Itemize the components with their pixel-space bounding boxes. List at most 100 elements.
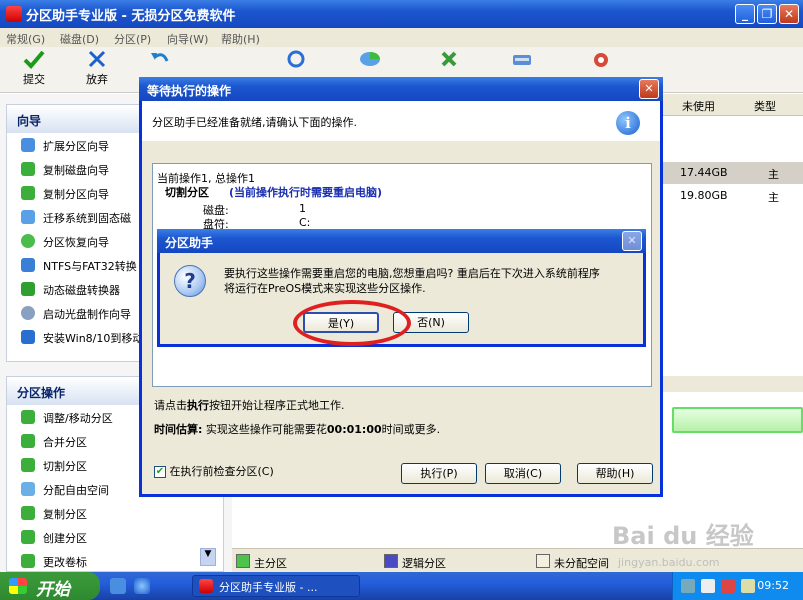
disk-chart-icon xyxy=(359,49,381,69)
hard-drive-icon xyxy=(511,49,533,69)
op-item-label: 更改卷标 xyxy=(43,556,87,569)
commit-button[interactable]: 提交 xyxy=(14,49,54,87)
op-item-label: 切割分区 xyxy=(43,460,87,473)
col-unused[interactable]: 未使用 xyxy=(682,98,715,114)
network-icon[interactable] xyxy=(681,579,695,593)
wizard-item-label: 分区恢复向导 xyxy=(43,236,109,249)
checkmark-icon xyxy=(23,49,45,69)
pending-message: 分区助手已经准备就绪,请确认下面的操作. xyxy=(152,116,357,129)
menu-disk[interactable]: 磁盘(D) xyxy=(60,31,99,47)
gear-icon xyxy=(590,49,612,69)
confirm-dialog-titlebar: 分区助手 ✕ xyxy=(157,229,646,253)
partition-bar[interactable] xyxy=(672,407,803,433)
settings-button[interactable] xyxy=(581,49,621,69)
estimate-label: 时间估算: xyxy=(154,423,203,436)
close-button[interactable]: ✕ xyxy=(779,4,799,24)
confirm-dialog-title: 分区助手 xyxy=(165,236,214,250)
execute-button[interactable]: 执行(P) xyxy=(401,463,477,484)
op-item-label: 分配自由空间 xyxy=(43,484,109,497)
discard-button[interactable]: 放弃 xyxy=(77,49,117,87)
undo-button[interactable] xyxy=(140,49,180,69)
label-icon xyxy=(21,554,35,568)
hint-suffix: 按钮开始让程序正式地工作. xyxy=(209,399,345,412)
copy-disk-icon xyxy=(21,162,35,176)
copy-partition-icon xyxy=(21,186,35,200)
clock: 09:52 xyxy=(757,579,789,592)
op-item-label: 创建分区 xyxy=(43,532,87,545)
op-item-label: 复制分区 xyxy=(43,508,87,521)
taskbar: 开始 分区助手专业版 - ... 09:52 xyxy=(0,572,803,600)
wizard-item-label: 安装Win8/10到移动 xyxy=(43,332,144,345)
op-item-copy[interactable]: 复制分区 xyxy=(7,501,223,525)
convert-icon xyxy=(21,258,35,272)
minimize-button[interactable]: _ xyxy=(735,4,755,24)
col-type[interactable]: 类型 xyxy=(754,98,776,114)
security-icon[interactable] xyxy=(721,579,735,593)
estimate-time: 00:01:00 xyxy=(326,423,382,436)
maximize-button[interactable]: ❐ xyxy=(757,4,777,24)
system-tray: 09:52 xyxy=(672,572,803,600)
create-icon xyxy=(21,530,35,544)
row-unused: 17.44GB xyxy=(680,166,728,179)
annotation-circle xyxy=(293,300,411,346)
menu-partition[interactable]: 分区(P) xyxy=(114,31,151,47)
watermark-url: jingyan.baidu.com xyxy=(618,556,720,569)
help-button[interactable]: 帮助(H) xyxy=(577,463,653,484)
split-icon xyxy=(21,458,35,472)
wizard-item-label: 动态磁盘转换器 xyxy=(43,284,120,297)
execute-hint: 请点击执行按钮开始让程序正式地工作. xyxy=(154,397,345,413)
question-icon: ? xyxy=(174,265,206,297)
wizard-item-label: 复制磁盘向导 xyxy=(43,164,109,177)
windows-icon xyxy=(21,330,35,344)
row-unused: 19.80GB xyxy=(680,189,728,202)
window-title: 分区助手专业版 - 无损分区免费软件 xyxy=(26,9,236,24)
start-button[interactable]: 开始 xyxy=(0,572,100,600)
op-item-label: 调整/移动分区 xyxy=(43,412,113,425)
pending-close-button[interactable]: ✕ xyxy=(639,79,659,99)
confirm-close-button[interactable]: ✕ xyxy=(622,231,642,251)
discard-label: 放弃 xyxy=(86,73,108,86)
drive-button[interactable] xyxy=(502,49,542,69)
undo-icon xyxy=(149,49,171,69)
pending-banner: 分区助手已经准备就绪,请确认下面的操作. i xyxy=(142,101,660,141)
wizard-item-label: 迁移系统到固态磁 xyxy=(43,212,131,225)
tools-button[interactable] xyxy=(430,49,470,69)
recovery-icon xyxy=(21,234,35,248)
pending-dialog-titlebar: 等待执行的操作 ✕ xyxy=(139,77,663,101)
ie-icon[interactable] xyxy=(134,578,150,594)
menu-general[interactable]: 常规(G) xyxy=(6,31,45,47)
row-type: 主 xyxy=(768,191,779,204)
taskbar-item-partition-assistant[interactable]: 分区助手专业版 - ... xyxy=(192,575,360,597)
wizard-item-label: 启动光盘制作向导 xyxy=(43,308,131,321)
scroll-down-button[interactable]: ▼ xyxy=(200,548,216,566)
hint-prefix: 请点击 xyxy=(154,399,187,412)
migrate-icon xyxy=(21,210,35,224)
cancel-button[interactable]: 取消(C) xyxy=(485,463,561,484)
check-partition-checkbox[interactable]: ✔ 在执行前检查分区(C) xyxy=(154,463,274,479)
dynamic-disk-icon xyxy=(21,282,35,296)
checkbox-box[interactable]: ✔ xyxy=(154,466,166,478)
legend-logical-swatch xyxy=(384,554,398,568)
legend-primary-swatch xyxy=(236,554,250,568)
legend-primary: 主分区 xyxy=(254,557,287,570)
checkbox-label: 在执行前检查分区(C) xyxy=(169,465,274,478)
op-item-label: 合并分区 xyxy=(43,436,87,449)
confirm-message-line2: 将运行在PreOS模式来实现这些分区操作. xyxy=(224,282,426,295)
info-icon: i xyxy=(616,111,640,135)
hint-bold: 执行 xyxy=(187,399,209,412)
menu-wizard[interactable]: 向导(W) xyxy=(167,31,208,47)
show-desktop-icon[interactable] xyxy=(110,578,126,594)
copy-icon xyxy=(21,506,35,520)
disk-info-button[interactable] xyxy=(350,49,390,69)
refresh-button[interactable] xyxy=(276,49,316,69)
window-titlebar: 分区助手专业版 - 无损分区免费软件 _ ❐ ✕ xyxy=(0,0,803,28)
volume-icon[interactable] xyxy=(741,579,755,593)
op-letter-value: C: xyxy=(299,216,311,229)
merge-icon xyxy=(21,434,35,448)
legend-unallocated-swatch xyxy=(536,554,550,568)
wizard-item-label: 扩展分区向导 xyxy=(43,140,109,153)
menu-help[interactable]: 帮助(H) xyxy=(221,31,260,47)
op-item-label-change[interactable]: 更改卷标 xyxy=(7,549,223,571)
op-item-create[interactable]: 创建分区 xyxy=(7,525,223,549)
vm-icon[interactable] xyxy=(701,579,715,593)
